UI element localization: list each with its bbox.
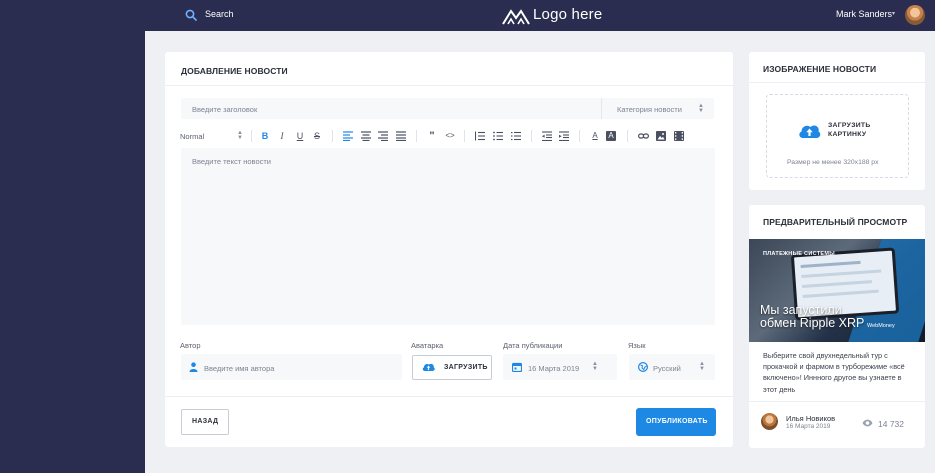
toolbar-separator bbox=[332, 130, 333, 142]
numbered-list-icon[interactable] bbox=[493, 131, 503, 141]
align-right-icon[interactable] bbox=[378, 131, 388, 141]
preview-author-date: 16 Марта 2019 bbox=[786, 423, 831, 430]
publish-button-label: ОПУБЛИКОВАТЬ bbox=[646, 418, 708, 425]
align-justify-icon[interactable] bbox=[396, 131, 406, 141]
divider bbox=[165, 85, 733, 86]
upload-image-label-1[interactable]: ЗАГРУЗИТЬ bbox=[828, 122, 871, 129]
cloud-upload-icon[interactable] bbox=[798, 122, 821, 138]
preview-views: 14 732 bbox=[878, 419, 904, 429]
underline-icon[interactable]: U bbox=[294, 130, 306, 142]
search-input[interactable]: Search bbox=[205, 9, 234, 19]
logo-text: Logo here bbox=[533, 6, 603, 23]
chevron-down-icon[interactable]: ▾ bbox=[892, 10, 895, 17]
publish-date-label: Дата публикации bbox=[503, 341, 563, 350]
highlight-icon[interactable]: A bbox=[606, 131, 616, 141]
image-icon[interactable] bbox=[656, 131, 666, 141]
logo-icon bbox=[502, 9, 530, 25]
preview-author-name: Илья Новиков bbox=[786, 414, 836, 423]
divider bbox=[749, 82, 925, 83]
author-placeholder: Введите имя автора bbox=[204, 364, 275, 373]
indent-icon[interactable] bbox=[559, 131, 569, 141]
text-color-icon[interactable]: A bbox=[589, 130, 601, 142]
publish-date-value: 16 Марта 2019 bbox=[528, 364, 580, 373]
left-sidebar bbox=[0, 0, 145, 473]
news-body-placeholder: Введите текст новости bbox=[192, 157, 271, 166]
cloud-upload-icon bbox=[422, 363, 435, 371]
code-icon[interactable]: <> bbox=[444, 130, 456, 142]
divider bbox=[165, 396, 733, 397]
news-image-title: ИЗОБРАЖЕНИЕ НОВОСТИ bbox=[763, 64, 877, 74]
video-icon[interactable] bbox=[674, 131, 684, 141]
ordered-list-icon[interactable] bbox=[475, 131, 485, 141]
language-value: Русский bbox=[653, 364, 681, 373]
avatar-label: Аватарка bbox=[411, 341, 444, 350]
preview-card: ПРЕДВАРИТЕЛЬНЫЙ ПРОСМОТР ПЛАТЕЖНЫЕ СИСТЕ… bbox=[749, 205, 925, 448]
top-navbar: Search Logo here Mark Sanders ▾ bbox=[145, 0, 935, 31]
upload-image-label-2[interactable]: КАРТИНКУ bbox=[828, 131, 866, 138]
user-icon bbox=[189, 362, 198, 372]
toolbar-separator bbox=[464, 130, 465, 142]
image-size-hint: Размер не менее 320х188 px bbox=[787, 159, 879, 166]
back-button-label: НАЗАД bbox=[192, 418, 219, 425]
eye-icon bbox=[862, 419, 873, 427]
search-icon[interactable] bbox=[185, 9, 197, 21]
link-icon[interactable] bbox=[638, 131, 649, 141]
user-name[interactable]: Mark Sanders bbox=[836, 9, 892, 19]
preview-title: ПРЕДВАРИТЕЛЬНЫЙ ПРОСМОТР bbox=[763, 217, 908, 227]
align-center-icon[interactable] bbox=[361, 131, 371, 141]
format-sort-icon[interactable]: ▲ ▼ bbox=[236, 130, 244, 141]
avatar-upload-label: ЗАГРУЗИТЬ bbox=[444, 364, 488, 371]
add-news-title: ДОБАВЛЕНИЕ НОВОСТИ bbox=[181, 66, 288, 76]
toolbar-separator bbox=[579, 130, 580, 142]
author-avatar bbox=[761, 413, 778, 430]
toolbar-separator bbox=[531, 130, 532, 142]
preview-description: Выберите свой двухнедельный тур с прокач… bbox=[763, 351, 905, 394]
field-separator bbox=[601, 98, 602, 119]
calendar-icon bbox=[512, 362, 522, 372]
quote-icon[interactable]: " bbox=[426, 130, 438, 142]
italic-icon[interactable]: I bbox=[276, 130, 288, 142]
user-avatar[interactable] bbox=[905, 5, 925, 25]
bold-icon[interactable]: B bbox=[259, 130, 271, 142]
toolbar-separator bbox=[251, 130, 252, 142]
category-select[interactable]: Категория новости bbox=[617, 105, 682, 114]
divider bbox=[749, 401, 925, 402]
preview-image: ПЛАТЕЖНЫЕ СИСТЕМЫ Мы запустили обмен Rip… bbox=[749, 239, 925, 342]
headline-placeholder: Введите заголовок bbox=[192, 105, 258, 114]
language-label: Язык bbox=[628, 341, 646, 350]
strikethrough-icon[interactable]: S bbox=[311, 130, 323, 142]
preview-image-tag: ПЛАТЕЖНЫЕ СИСТЕМЫ bbox=[763, 251, 835, 257]
preview-image-headline: Мы запустили обмен Ripple XRP bbox=[760, 303, 865, 330]
format-select[interactable]: Normal bbox=[180, 132, 204, 141]
category-sort-icon[interactable]: ▲ ▼ bbox=[697, 103, 705, 114]
bullet-list-icon[interactable] bbox=[511, 131, 521, 141]
globe-icon bbox=[638, 362, 648, 372]
align-left-icon[interactable] bbox=[343, 131, 353, 141]
preview-image-watermark: WebMoney bbox=[867, 323, 895, 329]
toolbar-separator bbox=[627, 130, 628, 142]
toolbar-separator bbox=[416, 130, 417, 142]
author-label: Автор bbox=[180, 341, 201, 350]
news-image-card: ИЗОБРАЖЕНИЕ НОВОСТИ ЗАГРУЗИТЬ КАРТИНКУ Р… bbox=[749, 52, 925, 190]
outdent-icon[interactable] bbox=[542, 131, 552, 141]
language-sort-icon[interactable]: ▲ ▼ bbox=[698, 361, 706, 372]
news-body-editor[interactable] bbox=[181, 148, 715, 325]
date-sort-icon[interactable]: ▲ ▼ bbox=[591, 361, 599, 372]
